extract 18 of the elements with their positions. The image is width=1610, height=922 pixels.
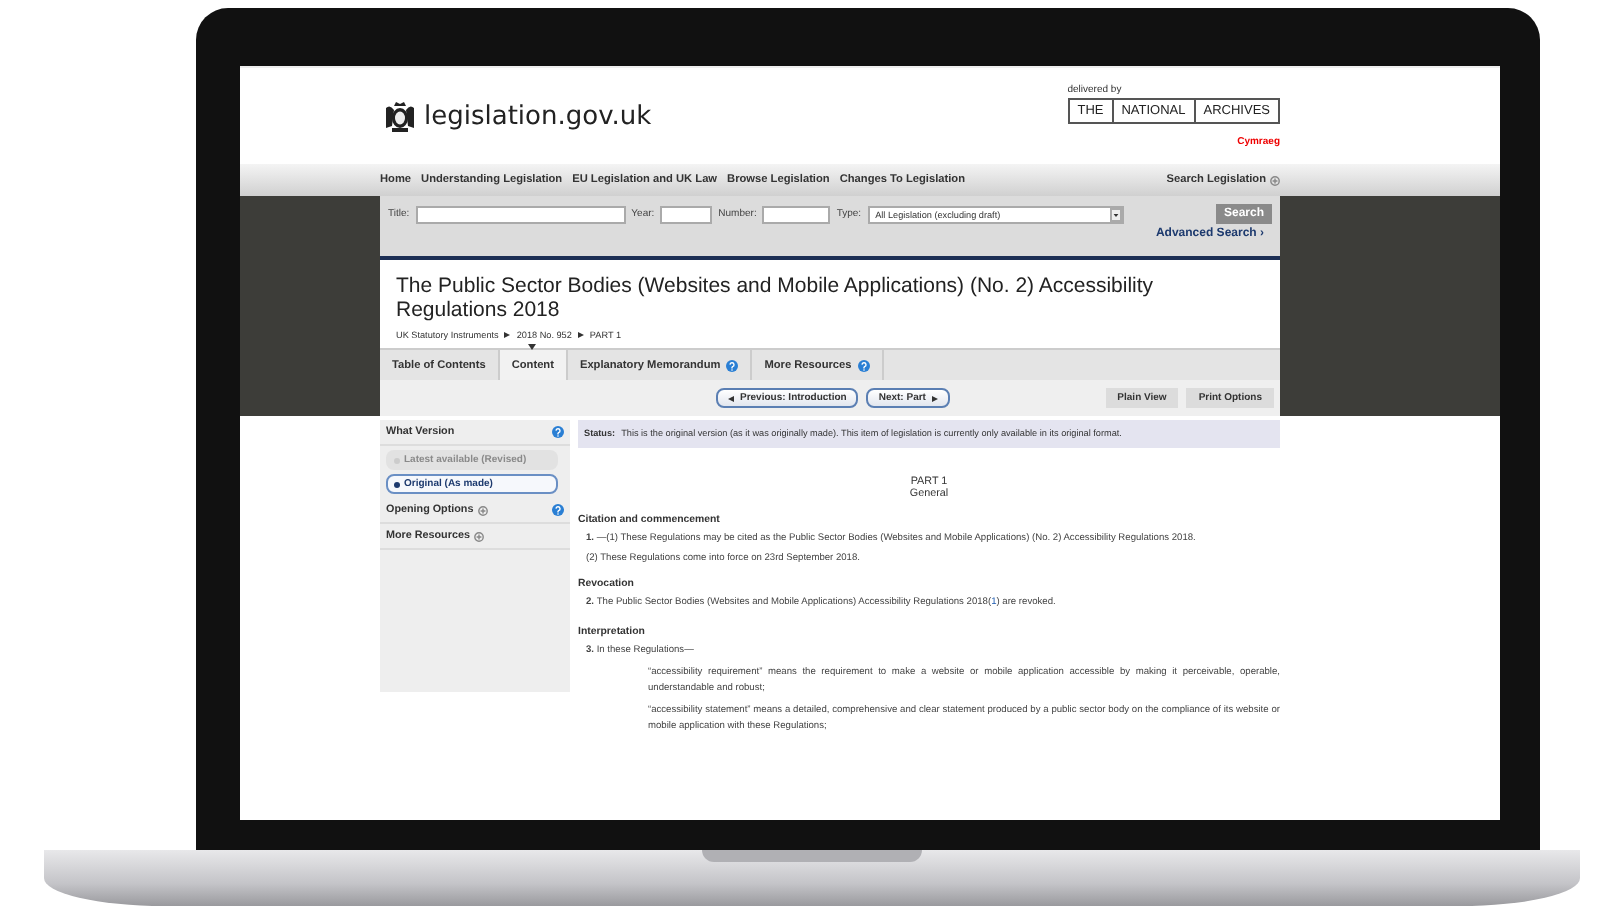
expand-icon[interactable] <box>473 531 484 541</box>
expand-icon[interactable] <box>1270 175 1280 185</box>
arrow-icon <box>577 332 584 338</box>
input-field[interactable] <box>762 205 831 223</box>
left-arrow-icon <box>728 395 734 401</box>
input-field[interactable] <box>660 205 713 223</box>
arrow-icon <box>504 332 511 338</box>
caret-icon <box>1109 207 1122 221</box>
help-icon[interactable] <box>726 359 739 371</box>
help-icon[interactable] <box>857 359 870 371</box>
help-icon[interactable] <box>552 504 564 516</box>
document-title: The Public Sector Bodies (Websites and Mobile Applications) (No. 2) Accessibility Regulations 2018 <box>396 274 1156 322</box>
site-logo-text[interactable]: legislation.gov.uk <box>424 101 652 131</box>
help-icon[interactable] <box>552 426 564 438</box>
expand-icon[interactable] <box>477 505 488 515</box>
input-field[interactable] <box>415 205 626 223</box>
right-arrow-icon <box>931 395 938 401</box>
crest-icon <box>380 99 420 133</box>
